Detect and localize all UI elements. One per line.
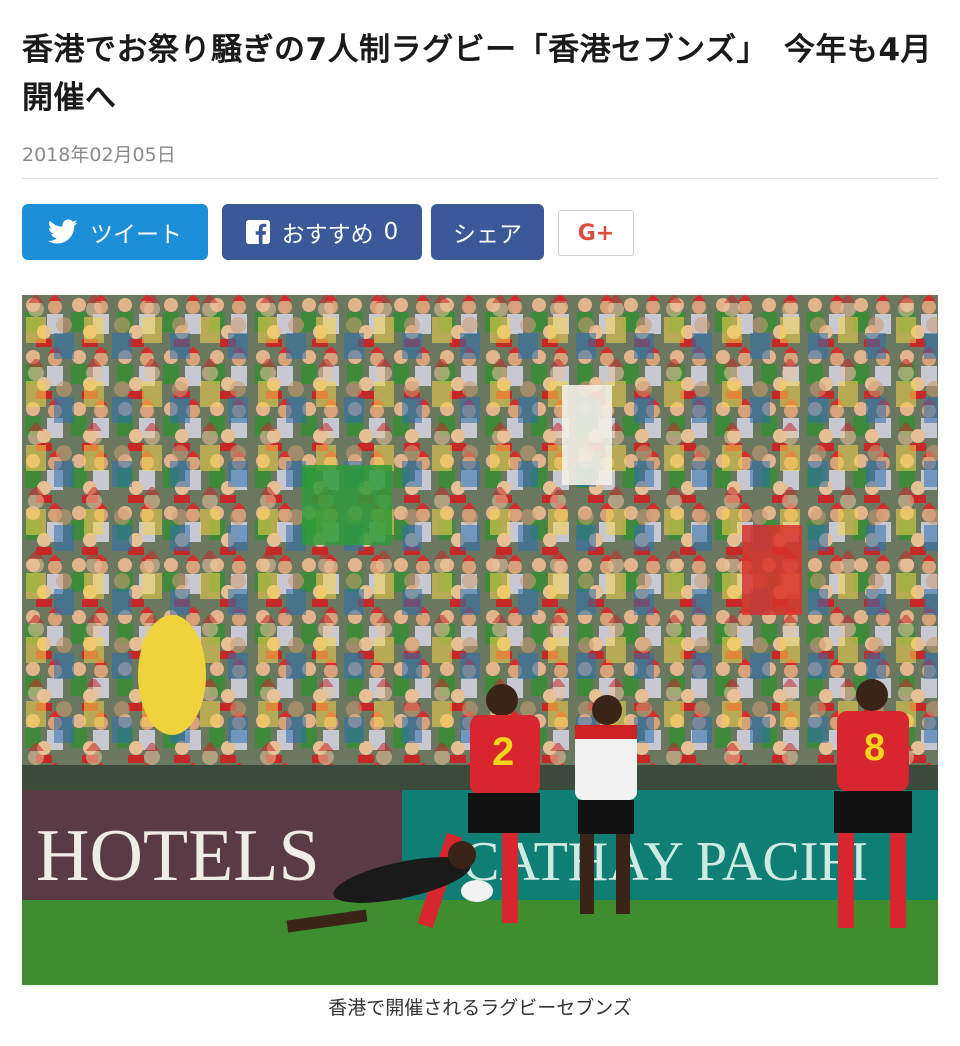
photo-caption: 香港で開催されるラグビーセブンズ [328, 997, 632, 1019]
twitter-bird-icon [48, 219, 78, 245]
like-label: おすすめ [281, 222, 374, 248]
svg-text:2: 2 [492, 730, 514, 774]
tweet-button[interactable]: ツイート [22, 204, 208, 260]
banner-cathay-text: CATHAY PACIFI [462, 831, 868, 893]
svg-text:8: 8 [864, 727, 885, 769]
google-plus-icon: G+ [577, 220, 615, 246]
share-button[interactable]: シェア [431, 204, 544, 260]
article-photo: HOTELS CATHAY PACIFI 2 8 [22, 295, 938, 985]
divider [22, 178, 938, 179]
article-title: 香港でお祭り騒ぎの7人制ラグビー「香港セブンズ」 今年も4月開催へ [22, 32, 933, 116]
banner-hotels-text: HOTELS [36, 815, 320, 897]
like-count: 0 [383, 219, 399, 245]
share-label: シェア [453, 222, 522, 248]
facebook-icon [245, 220, 270, 244]
article-page: 香港でお祭り騒ぎの7人制ラグビー「香港セブンズ」 今年も4月開催へ 2018年0… [0, 0, 960, 1046]
like-button[interactable]: おすすめ 0 [222, 204, 422, 260]
google-plus-button[interactable]: G+ [558, 210, 634, 256]
article-date: 2018年02月05日 [22, 144, 176, 166]
tweet-label: ツイート [90, 222, 182, 248]
